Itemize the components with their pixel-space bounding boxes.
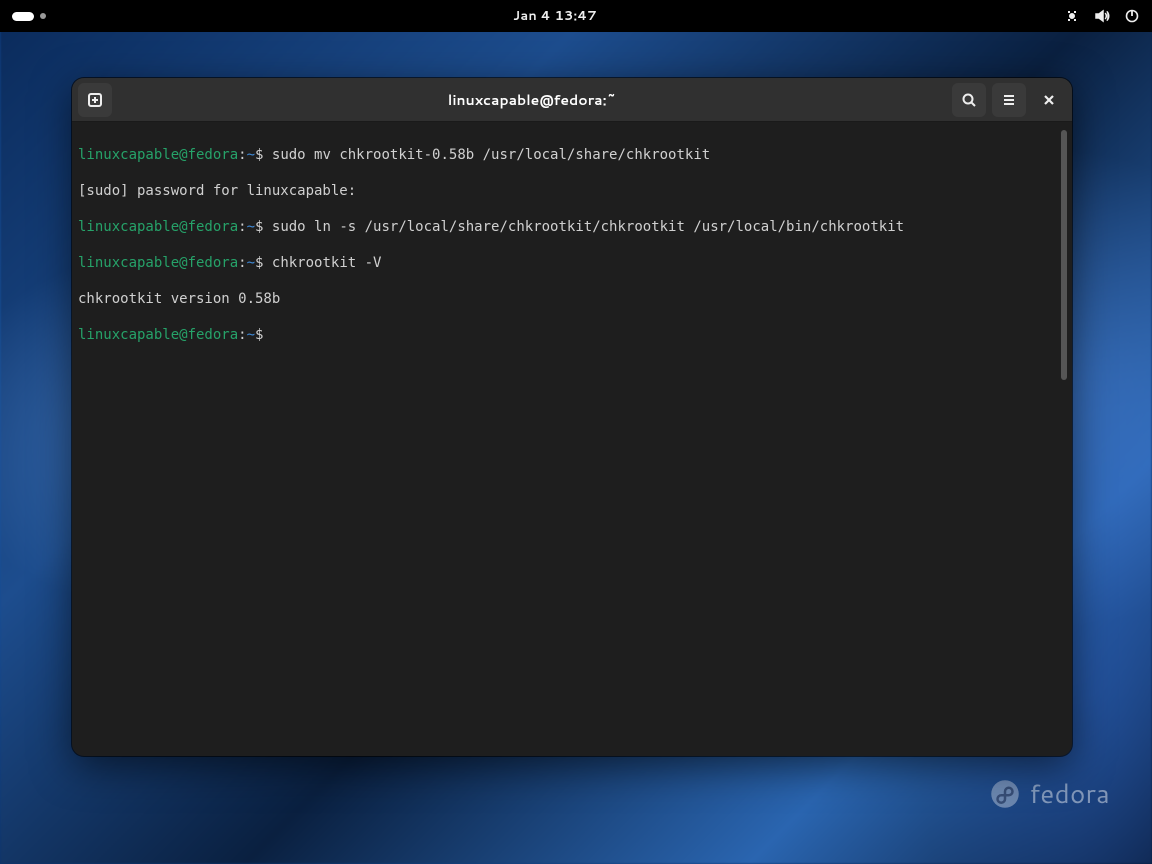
command-text: sudo mv chkrootkit-0.58b /usr/local/shar… [263, 147, 710, 163]
fedora-logo-icon [990, 779, 1020, 809]
clock[interactable]: Jan 4 13:47 [513, 7, 597, 25]
new-tab-button[interactable] [78, 83, 112, 117]
fedora-watermark: fedora [990, 776, 1110, 812]
close-button[interactable] [1032, 83, 1066, 117]
prompt-sep: : [238, 219, 246, 235]
terminal-window: linuxcapable@fedora:~ linuxcapable@fedor… [72, 78, 1072, 756]
terminal-line: linuxcapable@fedora:~$ [78, 326, 1058, 344]
prompt-user: linuxcapable@fedora [78, 219, 238, 235]
prompt-user: linuxcapable@fedora [78, 147, 238, 163]
fedora-watermark-label: fedora [1030, 776, 1110, 812]
power-icon [1124, 8, 1140, 24]
search-button[interactable] [952, 83, 986, 117]
command-text [263, 327, 271, 343]
gnome-top-bar: Jan 4 13:47 [0, 0, 1152, 32]
terminal-output: chkrootkit version 0.58b [78, 290, 1058, 308]
volume-icon [1094, 8, 1110, 24]
system-tray[interactable] [1064, 8, 1140, 24]
workspace-pill-icon [12, 12, 34, 21]
scrollbar[interactable] [1058, 128, 1070, 750]
prompt-user: linuxcapable@fedora [78, 327, 238, 343]
terminal-output: [sudo] password for linuxcapable: [78, 182, 1058, 200]
prompt-path: ~ [247, 147, 255, 163]
command-text: sudo ln -s /usr/local/share/chkrootkit/c… [263, 219, 904, 235]
network-icon [1064, 8, 1080, 24]
window-title: linuxcapable@fedora:~ [112, 90, 952, 110]
terminal-body[interactable]: linuxcapable@fedora:~$ sudo mv chkrootki… [72, 122, 1072, 756]
command-text: chkrootkit -V [263, 255, 381, 271]
terminal-line: linuxcapable@fedora:~$ chkrootkit -V [78, 254, 1058, 272]
activities-button[interactable] [12, 12, 46, 21]
scrollbar-thumb[interactable] [1061, 130, 1067, 380]
terminal-line: linuxcapable@fedora:~$ sudo mv chkrootki… [78, 146, 1058, 164]
prompt-path: ~ [247, 219, 255, 235]
prompt-user: linuxcapable@fedora [78, 255, 238, 271]
prompt-sep: : [238, 147, 246, 163]
prompt-sep: : [238, 255, 246, 271]
terminal-line: linuxcapable@fedora:~$ sudo ln -s /usr/l… [78, 218, 1058, 236]
workspace-dot-icon [40, 13, 46, 19]
terminal-content[interactable]: linuxcapable@fedora:~$ sudo mv chkrootki… [78, 128, 1058, 750]
prompt-path: ~ [247, 255, 255, 271]
menu-button[interactable] [992, 83, 1026, 117]
prompt-sep: : [238, 327, 246, 343]
terminal-titlebar[interactable]: linuxcapable@fedora:~ [72, 78, 1072, 122]
prompt-path: ~ [247, 327, 255, 343]
